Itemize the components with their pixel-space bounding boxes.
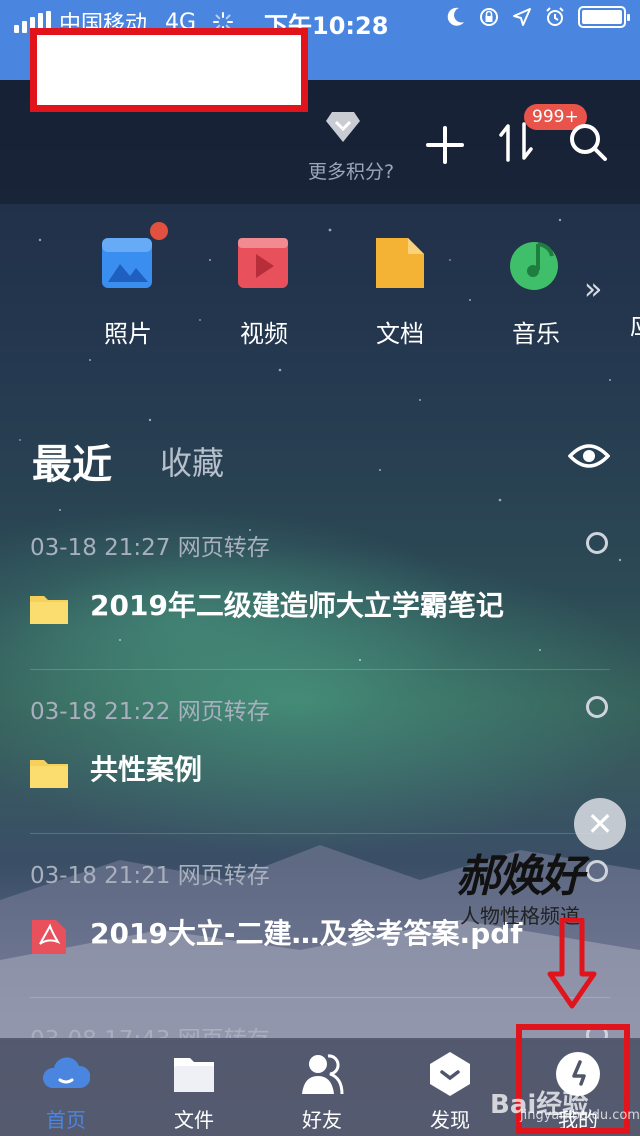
battery-icon [578, 6, 630, 28]
discover-icon [426, 1050, 474, 1098]
friends-icon [298, 1050, 346, 1098]
music-icon [508, 236, 564, 292]
category-music[interactable]: 音乐 [486, 236, 586, 349]
tab-discover[interactable]: 发现 [400, 1050, 500, 1133]
category-bar: 照片 视频 文档 音乐 [0, 222, 640, 349]
cloud-icon [42, 1050, 91, 1098]
photo-icon [100, 222, 168, 292]
divider [30, 669, 610, 670]
eye-icon[interactable] [568, 440, 610, 472]
folder-icon [170, 1050, 218, 1098]
transfer-icon[interactable] [498, 122, 534, 162]
down-arrow-annotation [547, 918, 597, 1009]
watermark-logo: 郝焕好 人物性格频道 [456, 851, 584, 928]
video-icon [236, 236, 292, 292]
category-documents[interactable]: 文档 [350, 236, 450, 349]
alarm-icon [546, 7, 564, 26]
divider [30, 833, 610, 834]
item-timestamp: 03-18 21:27 网页转存 [30, 535, 270, 561]
divider [30, 997, 610, 998]
item-timestamp: 03-08 17:43 网页转存 [30, 1020, 270, 1038]
list-item[interactable]: 03-18 21:22 网页转存 共性案例 [30, 674, 610, 834]
baidu-watermark-url: jingyan.baidu.com [520, 1108, 640, 1123]
folder-icon [30, 760, 68, 788]
select-radio[interactable] [586, 860, 608, 882]
search-icon[interactable] [568, 122, 608, 162]
username-redacted-box[interactable] [30, 28, 308, 112]
item-name: 2019年二级建造师大立学霸笔记 [90, 589, 504, 622]
tab-files[interactable]: 文件 [144, 1050, 244, 1133]
item-timestamp: 03-18 21:22 网页转存 [30, 699, 270, 725]
item-timestamp: 03-18 21:21 网页转存 [30, 863, 270, 889]
document-icon [372, 236, 428, 292]
more-points-link[interactable]: 更多积分? [308, 157, 394, 184]
category-photos[interactable]: 照片 [78, 222, 178, 349]
folder-icon [30, 596, 68, 624]
moon-icon [447, 7, 464, 26]
add-icon[interactable] [426, 126, 464, 164]
vip-diamond-icon[interactable] [324, 110, 362, 144]
select-radio[interactable] [586, 696, 608, 718]
tab-friends[interactable]: 好友 [272, 1050, 372, 1133]
tab-favorites[interactable]: 收藏 [160, 438, 224, 484]
category-videos[interactable]: 视频 [214, 236, 314, 349]
tab-home[interactable]: 首页 [16, 1050, 116, 1133]
category-cut-label: 应 [630, 306, 640, 341]
item-name: 共性案例 [90, 753, 203, 786]
location-icon [513, 8, 531, 26]
select-radio[interactable] [586, 532, 608, 554]
rotation-lock-icon [480, 8, 498, 26]
pdf-file-icon [32, 920, 66, 954]
tab-recent[interactable]: 最近 [32, 432, 112, 490]
new-badge-dot [150, 222, 168, 240]
double-chevron-right-icon[interactable]: » [584, 272, 602, 307]
list-item[interactable]: 03-18 21:27 网页转存 2019年二级建造师大立学霸笔记 [30, 510, 610, 670]
